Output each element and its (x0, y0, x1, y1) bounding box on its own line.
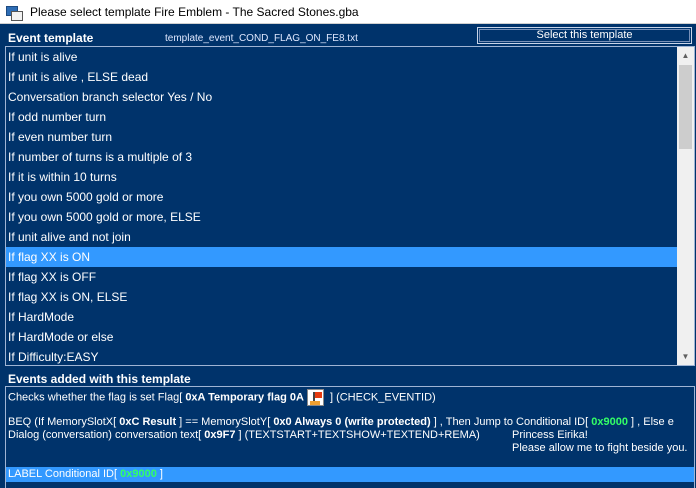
app-icon (6, 4, 23, 21)
dialog-preview-line-2: Please allow me to fight beside you. (512, 442, 688, 454)
event-dialog[interactable]: Dialog (conversation) conversation text[… (8, 428, 480, 442)
template-list-item[interactable]: If odd number turn (6, 107, 678, 127)
event-text: ] , Else e (627, 416, 674, 428)
template-filename: template_event_COND_FLAG_ON_FE8.txt (165, 33, 358, 44)
conversation-text-value: 0x9F7 (204, 429, 236, 441)
template-list-items: If unit is alive If unit is alive , ELSE … (6, 47, 678, 365)
event-text: Dialog (conversation) conversation text[ (8, 429, 205, 441)
template-list-item[interactable]: If Difficulty:EASY (6, 347, 678, 365)
flag-value: 0xA Temporary flag 0A (185, 391, 304, 404)
template-list-item[interactable]: If you own 5000 gold or more, ELSE (6, 207, 678, 227)
event-text: ] , Then Jump to Conditional ID[ (430, 416, 592, 428)
event-text: BEQ (If MemorySlotX[ (8, 416, 120, 428)
select-template-button[interactable]: Select this template (477, 27, 692, 44)
flag-icon (306, 389, 324, 406)
event-label: LABEL Conditional ID[ 0x9000 ] (8, 467, 163, 482)
event-check-flag[interactable]: Checks whether the flag is set Flag[ 0xA… (8, 389, 436, 406)
vertical-scrollbar[interactable]: ▲ ▼ (677, 47, 694, 365)
scroll-down-arrow-icon[interactable]: ▼ (677, 348, 694, 365)
event-text: Checks whether the flag is set Flag[ (8, 391, 186, 404)
template-list[interactable]: If unit is alive If unit is alive , ELSE … (5, 46, 695, 366)
template-list-item[interactable]: If number of turns is a multiple of 3 (6, 147, 678, 167)
events-panel[interactable]: Checks whether the flag is set Flag[ 0xA… (5, 386, 695, 488)
event-beq[interactable]: BEQ (If MemorySlotX[ 0xC Result ] == Mem… (8, 415, 674, 429)
window-title: Please select template Fire Emblem - The… (30, 4, 359, 19)
template-list-item[interactable]: If flag XX is ON (6, 247, 678, 267)
template-list-item[interactable]: If flag XX is OFF (6, 267, 678, 287)
event-text: ] (156, 468, 163, 480)
template-list-item[interactable]: If HardMode or else (6, 327, 678, 347)
scroll-up-arrow-icon[interactable]: ▲ (677, 47, 694, 64)
template-list-item[interactable]: If flag XX is ON, ELSE (6, 287, 678, 307)
title-bar: Please select template Fire Emblem - The… (0, 0, 696, 24)
event-text: LABEL Conditional ID[ (8, 468, 121, 480)
template-list-item[interactable]: If HardMode (6, 307, 678, 327)
events-added-label: Events added with this template (8, 372, 191, 386)
template-header: Event template template_event_COND_FLAG_… (0, 25, 696, 47)
memory-slot-y-value: 0x0 Always 0 (write protected) (273, 416, 431, 428)
event-text: ] == MemorySlotY[ (176, 416, 274, 428)
template-list-item[interactable]: If unit alive and not join (6, 227, 678, 247)
event-label-row[interactable]: LABEL Conditional ID[ 0x9000 ] (6, 467, 694, 482)
template-list-item[interactable]: If unit is alive , ELSE dead (6, 67, 678, 87)
template-list-item[interactable]: If it is within 10 turns (6, 167, 678, 187)
memory-slot-x-value: 0xC Result (119, 416, 177, 428)
scroll-thumb[interactable] (679, 65, 692, 149)
template-list-item[interactable]: Conversation branch selector Yes / No (6, 87, 678, 107)
template-list-item[interactable]: If you own 5000 gold or more (6, 187, 678, 207)
template-list-item[interactable]: If even number turn (6, 127, 678, 147)
event-text: ] (CHECK_EVENTID) (326, 391, 436, 404)
dialog-preview-line-1: Princess Eirika! (512, 429, 588, 441)
event-template-label: Event template (8, 31, 94, 45)
label-id-value: 0x9000 (120, 468, 157, 480)
conditional-id-value: 0x9000 (591, 416, 628, 428)
template-list-item[interactable]: If unit is alive (6, 47, 678, 67)
event-text: ] (TEXTSTART+TEXTSHOW+TEXTEND+REMA) (235, 429, 480, 441)
